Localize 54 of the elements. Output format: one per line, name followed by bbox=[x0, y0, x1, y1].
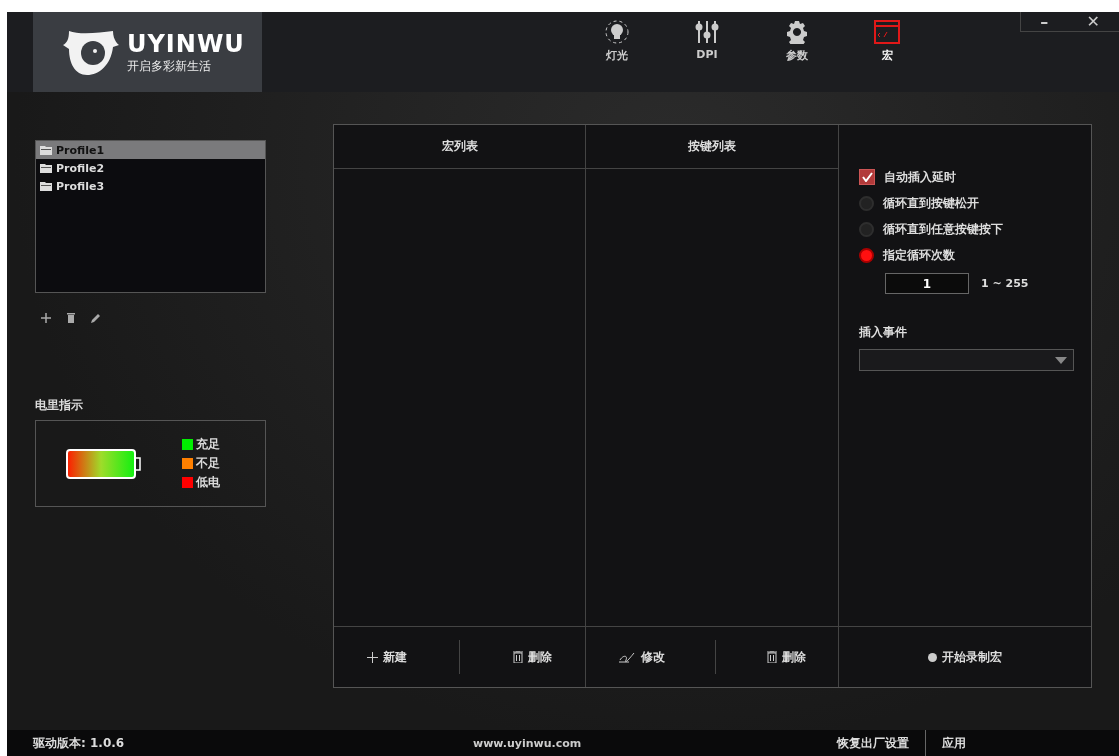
column-header: 宏列表 bbox=[334, 125, 585, 169]
slogan: 开启多彩新生活 bbox=[127, 57, 212, 75]
delete-button[interactable]: 删除 bbox=[752, 644, 820, 670]
profile-item[interactable]: Profile1 bbox=[36, 141, 265, 159]
column-header: 按键列表 bbox=[586, 125, 838, 169]
plus-icon[interactable] bbox=[41, 313, 51, 323]
option-label: 循环直到按键松开 bbox=[883, 194, 979, 212]
profile-item[interactable]: Profile3 bbox=[36, 177, 265, 195]
folder-icon bbox=[40, 181, 52, 191]
reset-button[interactable]: 恢复出厂设置 bbox=[821, 730, 925, 756]
nav-tab[interactable]: 灯光 bbox=[582, 20, 652, 76]
website-link[interactable]: www.uyinwu.com bbox=[473, 736, 821, 750]
folder-icon bbox=[40, 145, 52, 155]
edit-button[interactable]: 修改 bbox=[604, 644, 680, 670]
trash-icon bbox=[766, 651, 777, 663]
driver-version: 驱动版本: 1.0.6 bbox=[33, 734, 126, 752]
trash-icon bbox=[512, 651, 523, 663]
sliders-icon bbox=[695, 20, 719, 44]
light-bulb-icon bbox=[605, 20, 629, 44]
record-button[interactable]: 开始录制宏 bbox=[914, 644, 1016, 670]
radio-button[interactable] bbox=[859, 195, 874, 211]
settings-icon bbox=[785, 20, 809, 44]
minimize-button[interactable]: – bbox=[1040, 12, 1049, 31]
legend-label: 充足 bbox=[196, 436, 220, 453]
checkbox[interactable] bbox=[859, 169, 875, 185]
loop-count-field[interactable]: 1 bbox=[885, 273, 969, 294]
insert-event-label: 插入事件 bbox=[859, 324, 908, 341]
option-label: 循环直到任意按键按下 bbox=[883, 220, 1003, 238]
apply-button[interactable]: 应用 bbox=[926, 730, 982, 756]
legend-label: 低电 bbox=[196, 474, 220, 491]
profile-item[interactable]: Profile2 bbox=[36, 159, 265, 177]
code-window-icon bbox=[874, 20, 900, 44]
folder-icon bbox=[40, 163, 52, 173]
nav-tab[interactable]: DPI bbox=[672, 20, 742, 76]
radio-button[interactable] bbox=[859, 247, 874, 263]
pencil-icon[interactable] bbox=[91, 313, 101, 323]
battery-icon bbox=[66, 448, 142, 479]
radio-button[interactable] bbox=[859, 221, 874, 237]
plus-icon bbox=[367, 651, 379, 663]
option-label: 自动插入延时 bbox=[884, 168, 956, 186]
new-button[interactable]: 新建 bbox=[353, 644, 422, 670]
dropdown-arrow-icon bbox=[1055, 356, 1067, 364]
brand-name: UYINWU bbox=[127, 29, 245, 58]
trash-icon[interactable] bbox=[67, 313, 75, 323]
range-hint: 1 ~ 255 bbox=[981, 277, 1029, 290]
record-dot-icon bbox=[928, 652, 937, 662]
battery-title: 电里指示 bbox=[35, 397, 84, 414]
option-label: 指定循环次数 bbox=[883, 246, 955, 264]
nav-tab[interactable]: 参数 bbox=[762, 20, 832, 76]
close-button[interactable]: ✕ bbox=[1086, 12, 1100, 31]
scribble-icon bbox=[618, 651, 637, 663]
nav-tab[interactable]: 宏 bbox=[852, 20, 922, 76]
delete-button[interactable]: 删除 bbox=[498, 644, 566, 670]
legend-label: 不足 bbox=[196, 455, 220, 472]
